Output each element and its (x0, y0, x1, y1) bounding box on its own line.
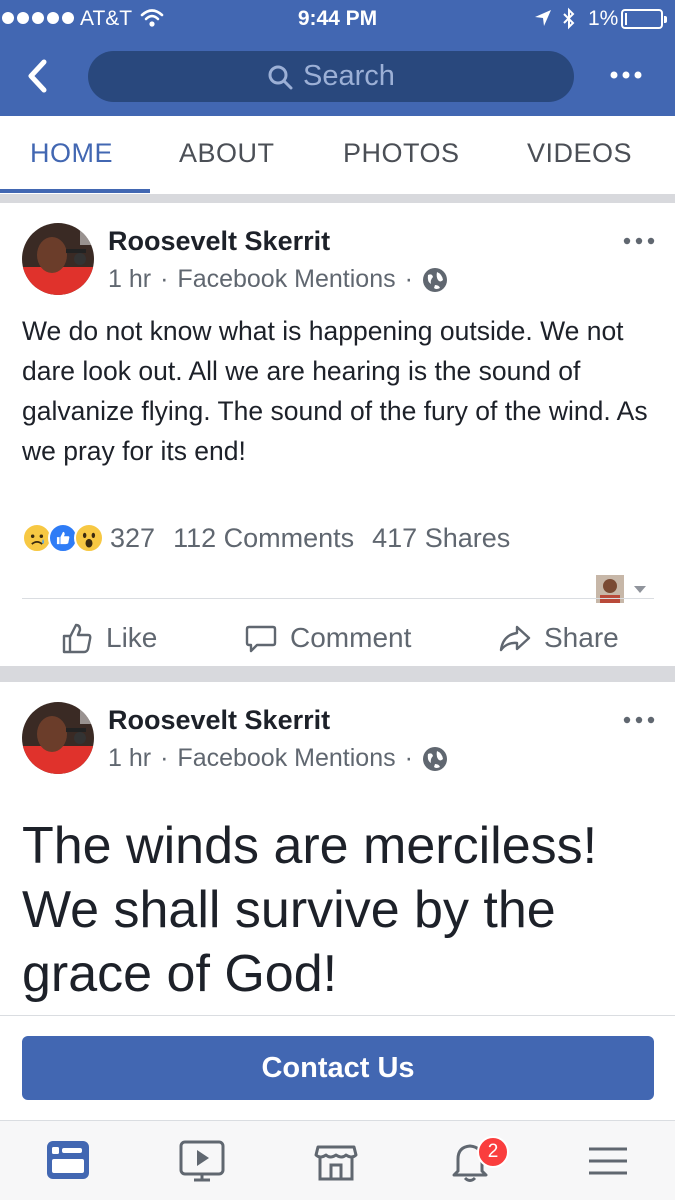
post-author[interactable]: Roosevelt Skerrit (108, 226, 330, 257)
post-meta: 1 hr · Facebook Mentions · (108, 744, 448, 773)
shares-count[interactable]: 417 Shares (372, 523, 510, 554)
post-time[interactable]: 1 hr (108, 744, 151, 773)
facebook-page-screen: AT&T 9:44 PM 1% Search HOME ABOUT PHOTOS… (0, 0, 675, 1200)
bluetooth-icon (563, 7, 575, 30)
post-options-icon[interactable] (622, 713, 656, 727)
globe-icon (422, 267, 447, 292)
marketplace-icon[interactable] (312, 1137, 360, 1185)
meta-separator: · (404, 265, 413, 293)
bottom-nav (0, 1120, 675, 1200)
meta-separator: · (404, 744, 413, 772)
post-author[interactable]: Roosevelt Skerrit (108, 705, 330, 736)
meta-separator: · (160, 744, 169, 772)
video-icon[interactable] (178, 1137, 226, 1185)
tab-home[interactable]: HOME (30, 138, 113, 169)
divider (22, 598, 654, 599)
post-card: Roosevelt Skerrit 1 hr · Facebook Mentio… (0, 682, 675, 1022)
battery-fill (625, 13, 627, 25)
more-dots-icon[interactable] (606, 62, 646, 88)
reaction-count: 327 (110, 522, 156, 553)
comment-button[interactable]: Comment (244, 621, 411, 655)
reactions-bar[interactable]: 327 112 Comments 417 Shares (22, 521, 528, 555)
avatar-image (22, 223, 94, 295)
battery-icon (621, 9, 667, 29)
post-source[interactable]: Facebook Mentions (177, 265, 395, 294)
page-tabs: HOME ABOUT PHOTOS VIDEOS (0, 116, 675, 194)
post-text: We do not know what is happening outside… (22, 316, 648, 466)
back-chevron-icon[interactable] (22, 52, 56, 100)
post-options-icon[interactable] (622, 234, 656, 248)
like-button[interactable]: Like (60, 621, 157, 655)
thumbs-up-icon (62, 623, 92, 654)
like-label: Like (106, 622, 158, 653)
top-bar: AT&T 9:44 PM 1% Search (0, 0, 675, 116)
contact-bar: Contact Us (0, 1015, 675, 1120)
search-placeholder: Search (303, 60, 395, 92)
tab-photos[interactable]: PHOTOS (343, 138, 460, 169)
location-arrow-icon (535, 10, 551, 26)
tab-videos[interactable]: VIDEOS (527, 138, 632, 169)
post-actions: Like Comment Share (0, 613, 675, 669)
news-feed-icon[interactable] (44, 1137, 92, 1185)
reaction-icons (22, 523, 104, 553)
post-source[interactable]: Facebook Mentions (177, 744, 395, 773)
post-text: The winds are merciless! We shall surviv… (22, 817, 598, 1003)
search-input[interactable]: Search (88, 51, 574, 102)
globe-icon (422, 746, 447, 771)
post-meta: 1 hr · Facebook Mentions · (108, 265, 448, 294)
active-tab-indicator (0, 189, 150, 193)
comments-count[interactable]: 112 Comments (173, 523, 354, 554)
share-arrow-icon (499, 625, 531, 652)
battery-percent: 1% (588, 7, 619, 30)
share-label: Share (544, 622, 619, 653)
post-card: Roosevelt Skerrit 1 hr · Facebook Mentio… (0, 203, 675, 666)
post-time[interactable]: 1 hr (108, 265, 151, 294)
status-bar: AT&T 9:44 PM 1% (0, 0, 675, 38)
menu-icon[interactable] (584, 1137, 632, 1185)
comment-label: Comment (290, 622, 412, 653)
share-button[interactable]: Share (498, 621, 619, 655)
notification-badge: 2 (477, 1136, 509, 1168)
avatar[interactable] (22, 702, 94, 774)
tab-about[interactable]: ABOUT (179, 138, 275, 169)
meta-separator: · (160, 265, 169, 293)
comment-bubble-icon (245, 625, 277, 653)
avatar[interactable] (22, 223, 94, 295)
avatar-image (22, 702, 94, 774)
search-icon (268, 65, 293, 89)
contact-us-button[interactable]: Contact Us (22, 1036, 654, 1100)
wow-reaction-icon (74, 523, 104, 553)
